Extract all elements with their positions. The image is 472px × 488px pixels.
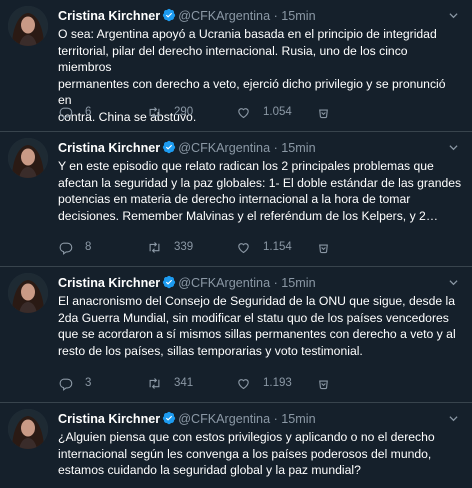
retweet-button[interactable]: 339 xyxy=(147,239,193,255)
reply-count: 8 xyxy=(85,241,92,253)
avatar[interactable] xyxy=(8,409,48,449)
tweet-text: ¿Alguien piensa que con estos privilegio… xyxy=(58,430,435,477)
avatar[interactable] xyxy=(8,138,48,178)
author-handle[interactable]: @CFKArgentina xyxy=(178,141,270,155)
chevron-down-icon[interactable] xyxy=(449,278,458,287)
verified-badge-icon xyxy=(163,140,176,154)
author-handle[interactable]: @CFKArgentina xyxy=(178,9,270,23)
share-button[interactable] xyxy=(316,239,331,255)
author-name[interactable]: Cristina Kirchner xyxy=(58,9,160,23)
timestamp[interactable]: 15min xyxy=(281,9,315,23)
separator: · xyxy=(273,141,278,155)
separator: · xyxy=(273,412,278,426)
tweet-actions: 6 290 1.054 xyxy=(58,104,458,120)
heart-icon xyxy=(238,378,249,389)
share-button[interactable] xyxy=(316,375,331,391)
retweet-count: 339 xyxy=(174,241,194,253)
like-count: 1.054 xyxy=(263,106,292,118)
retweet-button[interactable]: 341 xyxy=(147,375,193,391)
chevron-down-icon[interactable] xyxy=(449,414,458,423)
chevron-down-icon[interactable] xyxy=(449,11,458,20)
timestamp[interactable]: 15min xyxy=(281,141,315,155)
retweet-icon xyxy=(149,241,160,253)
heart-icon xyxy=(238,107,249,118)
tweet-header: Cristina Kirchner @CFKArgentina · 15min xyxy=(58,275,316,291)
reply-count: 3 xyxy=(85,377,92,389)
share-icon xyxy=(319,243,328,253)
reply-button[interactable]: 3 xyxy=(58,375,91,391)
share-icon xyxy=(319,108,328,118)
reply-button[interactable]: 8 xyxy=(58,239,91,255)
like-count: 1.193 xyxy=(263,377,292,389)
tweet[interactable]: Cristina Kirchner @CFKArgentina · 15min E… xyxy=(0,267,472,403)
author-name[interactable]: Cristina Kirchner xyxy=(58,141,160,155)
tweet-actions: 8 339 1.154 xyxy=(58,239,458,255)
timestamp[interactable]: 15min xyxy=(281,276,315,290)
tweet-text: El anacronismo del Consejo de Seguridad … xyxy=(58,294,456,358)
author-name[interactable]: Cristina Kirchner xyxy=(58,276,160,290)
verified-badge-icon xyxy=(163,8,176,22)
tweet-header: Cristina Kirchner @CFKArgentina · 15min xyxy=(58,411,316,427)
retweet-button[interactable]: 290 xyxy=(147,104,193,120)
heart-icon xyxy=(238,242,249,253)
tweet-header: Cristina Kirchner @CFKArgentina · 15min xyxy=(58,8,316,24)
tweet-header: Cristina Kirchner @CFKArgentina · 15min xyxy=(58,140,316,156)
separator: · xyxy=(273,276,278,290)
verified-badge-icon xyxy=(163,411,176,425)
retweet-count: 290 xyxy=(174,106,194,118)
reply-icon xyxy=(59,242,73,255)
author-name[interactable]: Cristina Kirchner xyxy=(58,412,160,426)
tweet-text: Y en este episodio que relato radican lo… xyxy=(58,159,462,223)
reply-icon xyxy=(59,378,73,391)
tweet[interactable]: Cristina Kirchner @CFKArgentina · 15min O… xyxy=(0,0,472,132)
author-handle[interactable]: @CFKArgentina xyxy=(178,276,270,290)
timestamp[interactable]: 15min xyxy=(281,412,315,426)
tweet-actions: 3 341 1.193 xyxy=(58,375,458,391)
retweet-icon xyxy=(149,106,160,118)
author-handle[interactable]: @CFKArgentina xyxy=(178,412,270,426)
verified-badge-icon xyxy=(163,275,176,289)
like-button[interactable]: 1.054 xyxy=(236,104,292,120)
reply-icon xyxy=(59,107,73,120)
chevron-down-icon[interactable] xyxy=(449,143,458,152)
like-button[interactable]: 1.154 xyxy=(236,239,292,255)
reply-button[interactable]: 6 xyxy=(58,104,91,120)
avatar[interactable] xyxy=(8,273,48,313)
retweet-count: 341 xyxy=(174,377,194,389)
like-count: 1.154 xyxy=(263,241,292,253)
tweet-feed: Cristina Kirchner @CFKArgentina · 15min O… xyxy=(0,0,472,488)
retweet-icon xyxy=(149,377,160,389)
share-icon xyxy=(319,379,328,389)
tweet[interactable]: Cristina Kirchner @CFKArgentina · 15min ¿… xyxy=(0,403,472,488)
avatar[interactable] xyxy=(8,6,48,46)
reply-count: 6 xyxy=(85,106,92,118)
separator: · xyxy=(273,9,278,23)
tweet[interactable]: Cristina Kirchner @CFKArgentina · 15min Y… xyxy=(0,132,472,267)
share-button[interactable] xyxy=(316,104,331,120)
like-button[interactable]: 1.193 xyxy=(236,375,292,391)
